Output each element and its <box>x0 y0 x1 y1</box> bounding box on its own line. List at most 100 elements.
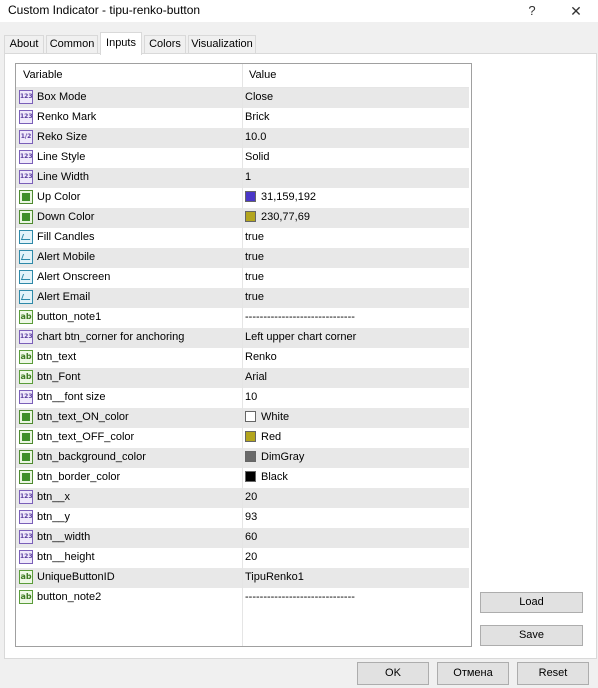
color-swatch[interactable] <box>245 211 256 222</box>
integer-type-icon: 123 <box>19 530 33 544</box>
color-swatch[interactable] <box>245 411 256 422</box>
double-type-icon: 1/2 <box>19 130 33 144</box>
color-swatch[interactable] <box>245 471 256 482</box>
column-separator[interactable] <box>242 64 243 646</box>
string-type-icon: ab <box>19 350 33 364</box>
string-type-icon: ab <box>19 570 33 584</box>
variable-name: Alert Onscreen <box>37 271 111 283</box>
variable-value[interactable]: 20 <box>245 491 257 503</box>
tab-inputs[interactable]: Inputs <box>100 32 142 55</box>
variable-value[interactable]: White <box>261 411 289 423</box>
cancel-button[interactable]: Отмена <box>437 662 509 685</box>
variable-value[interactable]: ------------------------------ <box>245 591 355 603</box>
column-header-value[interactable]: Value <box>249 69 276 81</box>
help-button[interactable]: ? <box>517 0 547 22</box>
variable-name: btn__height <box>37 551 95 563</box>
variable-name: Alert Email <box>37 291 91 303</box>
variable-value[interactable]: DimGray <box>261 451 304 463</box>
title-bar: Custom Indicator - tipu-renko-button ? ✕ <box>0 0 598 22</box>
variable-value[interactable]: TipuRenko1 <box>245 571 304 583</box>
tab-about[interactable]: About <box>4 35 44 54</box>
variable-name: btn_border_color <box>37 471 121 483</box>
variable-name: Up Color <box>37 191 81 203</box>
variable-name: Line Width <box>37 171 89 183</box>
variable-value[interactable]: 10.0 <box>245 131 266 143</box>
variable-name: Alert Mobile <box>37 251 96 263</box>
variable-name: chart btn_corner for anchoring <box>37 331 185 343</box>
variable-value[interactable]: Brick <box>245 111 269 123</box>
variable-value[interactable]: true <box>245 271 264 283</box>
close-button[interactable]: ✕ <box>561 0 591 22</box>
variable-name: btn_text_OFF_color <box>37 431 135 443</box>
variable-value[interactable]: Black <box>261 471 288 483</box>
reset-button[interactable]: Reset <box>517 662 589 685</box>
variable-name: Line Style <box>37 151 86 163</box>
string-type-icon: ab <box>19 310 33 324</box>
variable-name: Fill Candles <box>37 231 95 243</box>
variable-name: UniqueButtonID <box>37 571 115 583</box>
variable-name: Renko Mark <box>37 111 97 123</box>
string-type-icon: ab <box>19 370 33 384</box>
variable-name: btn__x <box>37 491 71 503</box>
color-swatch[interactable] <box>245 191 256 202</box>
variable-value[interactable]: 31,159,192 <box>261 191 316 203</box>
variable-name: btn_background_color <box>37 451 146 463</box>
variable-value[interactable]: true <box>245 251 264 263</box>
bool-type-icon <box>19 230 33 244</box>
save-button[interactable]: Save <box>480 625 583 646</box>
color-swatch[interactable] <box>245 431 256 442</box>
string-type-icon: ab <box>19 590 33 604</box>
integer-type-icon: 123 <box>19 150 33 164</box>
window-title: Custom Indicator - tipu-renko-button <box>8 3 201 17</box>
variable-value[interactable]: Solid <box>245 151 269 163</box>
inputs-grid[interactable]: Variable Value 123 Box Mode Close 123 Renko … <box>15 63 472 647</box>
integer-type-icon: 123 <box>19 510 33 524</box>
bool-type-icon <box>19 270 33 284</box>
color-type-icon <box>19 430 33 444</box>
variable-name: btn__y <box>37 511 71 523</box>
variable-name: btn_text <box>37 351 77 363</box>
integer-type-icon: 123 <box>19 110 33 124</box>
color-type-icon <box>19 450 33 464</box>
variable-value[interactable]: 230,77,69 <box>261 211 310 223</box>
tab-visualization[interactable]: Visualization <box>188 35 256 54</box>
integer-type-icon: 123 <box>19 170 33 184</box>
bool-type-icon <box>19 290 33 304</box>
variable-name: button_note2 <box>37 591 102 603</box>
color-type-icon <box>19 470 33 484</box>
variable-name: btn__width <box>37 531 91 543</box>
variable-name: Reko Size <box>37 131 88 143</box>
variable-value[interactable]: Renko <box>245 351 277 363</box>
variable-name: btn_text_ON_color <box>37 411 129 423</box>
color-swatch[interactable] <box>245 451 256 462</box>
integer-type-icon: 123 <box>19 550 33 564</box>
variable-value[interactable]: Arial <box>245 371 267 383</box>
variable-value[interactable]: 60 <box>245 531 257 543</box>
load-button[interactable]: Load <box>480 592 583 613</box>
color-type-icon <box>19 410 33 424</box>
variable-value[interactable]: 20 <box>245 551 257 563</box>
variable-value[interactable]: Close <box>245 91 273 103</box>
variable-name: btn__font size <box>37 391 106 403</box>
variable-value[interactable]: ------------------------------ <box>245 311 355 323</box>
color-type-icon <box>19 210 33 224</box>
color-type-icon <box>19 190 33 204</box>
column-header-variable[interactable]: Variable <box>23 69 63 81</box>
integer-type-icon: 123 <box>19 390 33 404</box>
integer-type-icon: 123 <box>19 490 33 504</box>
tab-common[interactable]: Common <box>46 35 98 54</box>
variable-name: button_note1 <box>37 311 102 323</box>
variable-value[interactable]: true <box>245 291 264 303</box>
integer-type-icon: 123 <box>19 90 33 104</box>
bool-type-icon <box>19 250 33 264</box>
ok-button[interactable]: OK <box>357 662 429 685</box>
variable-value[interactable]: true <box>245 231 264 243</box>
variable-value[interactable]: 10 <box>245 391 257 403</box>
tab-colors[interactable]: Colors <box>144 35 186 54</box>
variable-name: Down Color <box>37 211 95 223</box>
variable-name: Box Mode <box>37 91 87 103</box>
variable-value[interactable]: Red <box>261 431 281 443</box>
variable-value[interactable]: Left upper chart corner <box>245 331 356 343</box>
variable-value[interactable]: 1 <box>245 171 251 183</box>
variable-value[interactable]: 93 <box>245 511 257 523</box>
